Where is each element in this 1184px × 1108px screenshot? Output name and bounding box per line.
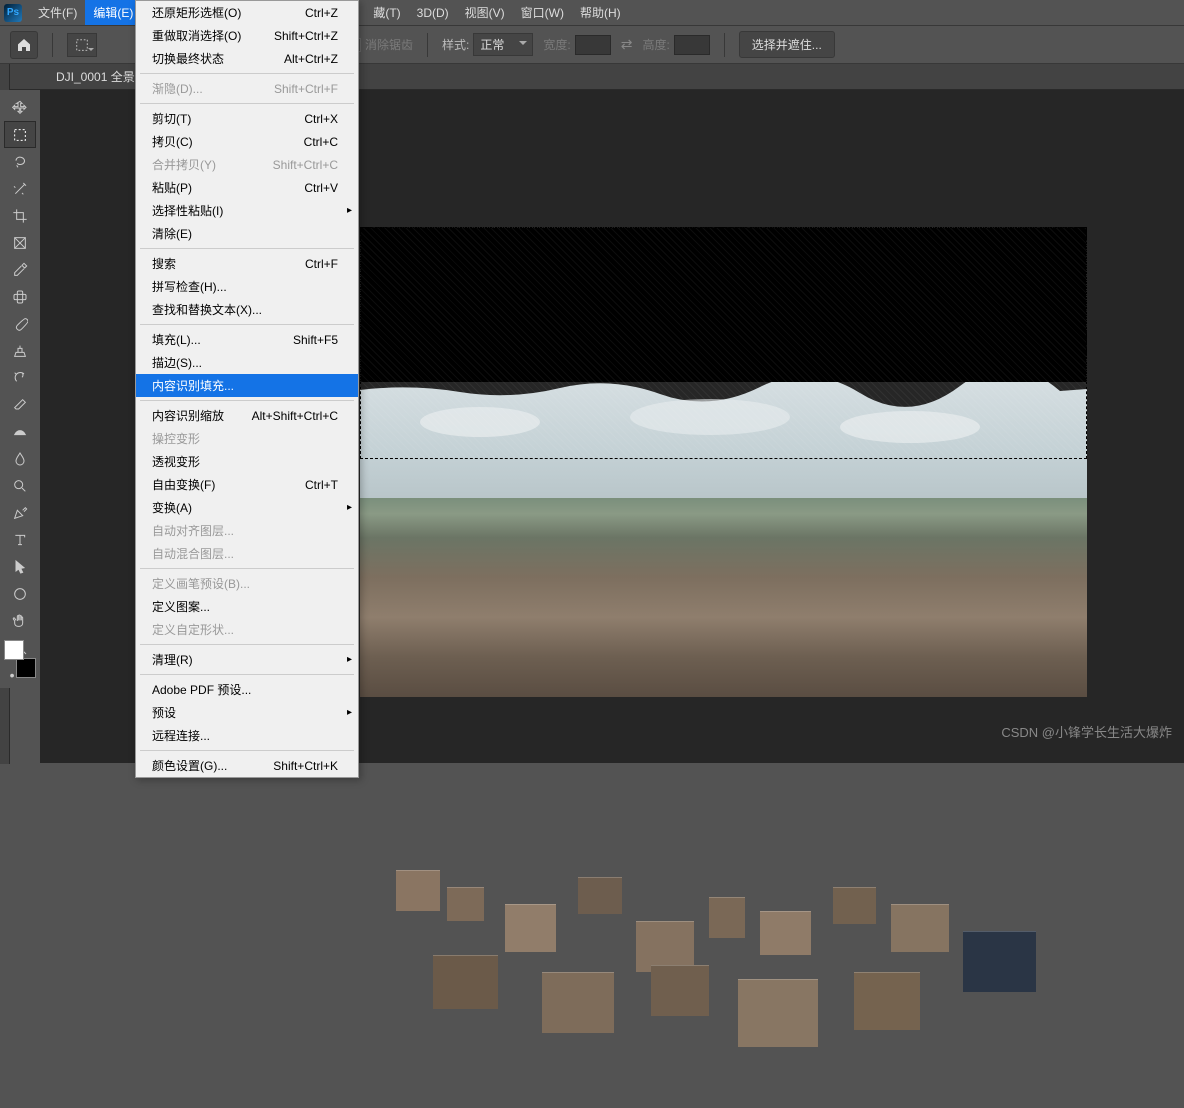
menu-purge[interactable]: 清理(R) (136, 648, 358, 671)
select-and-mask-button[interactable]: 选择并遮住... (739, 31, 835, 58)
lasso-tool[interactable] (4, 148, 36, 175)
blur-tool[interactable] (4, 445, 36, 472)
menu-clear[interactable]: 清除(E) (136, 222, 358, 245)
menu-presets[interactable]: 预设 (136, 701, 358, 724)
menu-adobe-pdf[interactable]: Adobe PDF 预设... (136, 678, 358, 701)
menu-define-pattern[interactable]: 定义图案... (136, 595, 358, 618)
menu-hidden[interactable]: 藏(T) (365, 0, 408, 25)
background-color[interactable] (16, 658, 36, 678)
menu-auto-align: 自动对齐图层... (136, 519, 358, 542)
home-icon[interactable] (10, 31, 38, 59)
menu-paste-special[interactable]: 选择性粘贴(I) (136, 199, 358, 222)
hand-tool[interactable] (4, 607, 36, 634)
height-input (674, 35, 710, 55)
menu-content-aware-scale[interactable]: 内容识别缩放Alt+Shift+Ctrl+C (136, 404, 358, 427)
frame-tool[interactable] (4, 229, 36, 256)
menu-puppet-warp: 操控变形 (136, 427, 358, 450)
menu-paste[interactable]: 粘贴(P)Ctrl+V (136, 176, 358, 199)
menu-cut[interactable]: 剪切(T)Ctrl+X (136, 107, 358, 130)
color-swatches[interactable] (4, 640, 36, 678)
path-selection-tool[interactable] (4, 553, 36, 580)
style-option: 样式: 正常 (442, 33, 533, 56)
menu-window[interactable]: 窗口(W) (513, 0, 572, 25)
menu-copy[interactable]: 拷贝(C)Ctrl+C (136, 130, 358, 153)
width-option: 宽度: (543, 35, 610, 55)
menu-transform[interactable]: 变换(A) (136, 496, 358, 519)
menu-color-settings[interactable]: 颜色设置(G)...Shift+Ctrl+K (136, 754, 358, 777)
shape-tool[interactable] (4, 580, 36, 607)
menu-file[interactable]: 文件(F) (30, 0, 85, 25)
style-dropdown[interactable]: 正常 (473, 33, 533, 56)
menu-remote-connect[interactable]: 远程连接... (136, 724, 358, 747)
menu-help[interactable]: 帮助(H) (572, 0, 629, 25)
eyedropper-tool[interactable] (4, 256, 36, 283)
menu-toggle-state[interactable]: 切换最终状态Alt+Ctrl+Z (136, 47, 358, 70)
menu-view[interactable]: 视图(V) (457, 0, 513, 25)
menu-edit[interactable]: 编辑(E) (85, 0, 141, 25)
pen-tool[interactable] (4, 499, 36, 526)
history-brush-tool[interactable] (4, 364, 36, 391)
magic-wand-tool[interactable] (4, 175, 36, 202)
width-label: 宽度: (543, 36, 570, 53)
healing-tool[interactable] (4, 283, 36, 310)
clone-stamp-tool[interactable] (4, 337, 36, 364)
style-label: 样式: (442, 36, 469, 53)
height-label: 高度: (642, 36, 669, 53)
type-tool[interactable] (4, 526, 36, 553)
move-tool[interactable] (4, 94, 36, 121)
eraser-tool[interactable] (4, 391, 36, 418)
selection-tool-preset[interactable] (67, 33, 97, 57)
menu-fill[interactable]: 填充(L)...Shift+F5 (136, 328, 358, 351)
document-tab[interactable]: DJI_0001 全景 (48, 64, 143, 89)
marquee-tool[interactable] (4, 121, 36, 148)
marquee-selection (360, 227, 1087, 459)
dodge-tool[interactable] (4, 472, 36, 499)
menu-define-brush: 定义画笔预设(B)... (136, 572, 358, 595)
watermark: CSDN @小锋学长生活大爆炸 (1001, 722, 1172, 741)
menu-perspective-warp[interactable]: 透视变形 (136, 450, 358, 473)
foreground-color[interactable] (4, 640, 24, 660)
menu-spellcheck[interactable]: 拼写检查(H)... (136, 275, 358, 298)
gradient-tool[interactable] (4, 418, 36, 445)
swap-icon: ⇄ (621, 36, 633, 53)
width-input (575, 35, 611, 55)
edit-dropdown-menu: 还原矩形选框(O)Ctrl+Z 重做取消选择(O)Shift+Ctrl+Z 切换… (135, 0, 359, 778)
menu-find-replace[interactable]: 查找和替换文本(X)... (136, 298, 358, 321)
toolbox: ••• (0, 90, 40, 688)
ps-logo-icon: Ps (4, 4, 22, 22)
menu-define-shape: 定义自定形状... (136, 618, 358, 641)
menu-copy-merged: 合并拷贝(Y)Shift+Ctrl+C (136, 153, 358, 176)
crop-tool[interactable] (4, 202, 36, 229)
menu-search[interactable]: 搜索Ctrl+F (136, 252, 358, 275)
menu-redo[interactable]: 重做取消选择(O)Shift+Ctrl+Z (136, 24, 358, 47)
antialias-label: 消除锯齿 (365, 36, 413, 53)
aerial-terrain (360, 498, 1087, 697)
menu-free-transform[interactable]: 自由变换(F)Ctrl+T (136, 473, 358, 496)
menu-3d[interactable]: 3D(D) (409, 2, 457, 24)
menu-auto-blend: 自动混合图层... (136, 542, 358, 565)
menu-undo[interactable]: 还原矩形选框(O)Ctrl+Z (136, 1, 358, 24)
menu-stroke[interactable]: 描边(S)... (136, 351, 358, 374)
brush-tool[interactable] (4, 310, 36, 337)
height-option: 高度: (642, 35, 709, 55)
menu-content-aware-fill[interactable]: 内容识别填充... (136, 374, 358, 397)
menu-fade: 渐隐(D)...Shift+Ctrl+F (136, 77, 358, 100)
